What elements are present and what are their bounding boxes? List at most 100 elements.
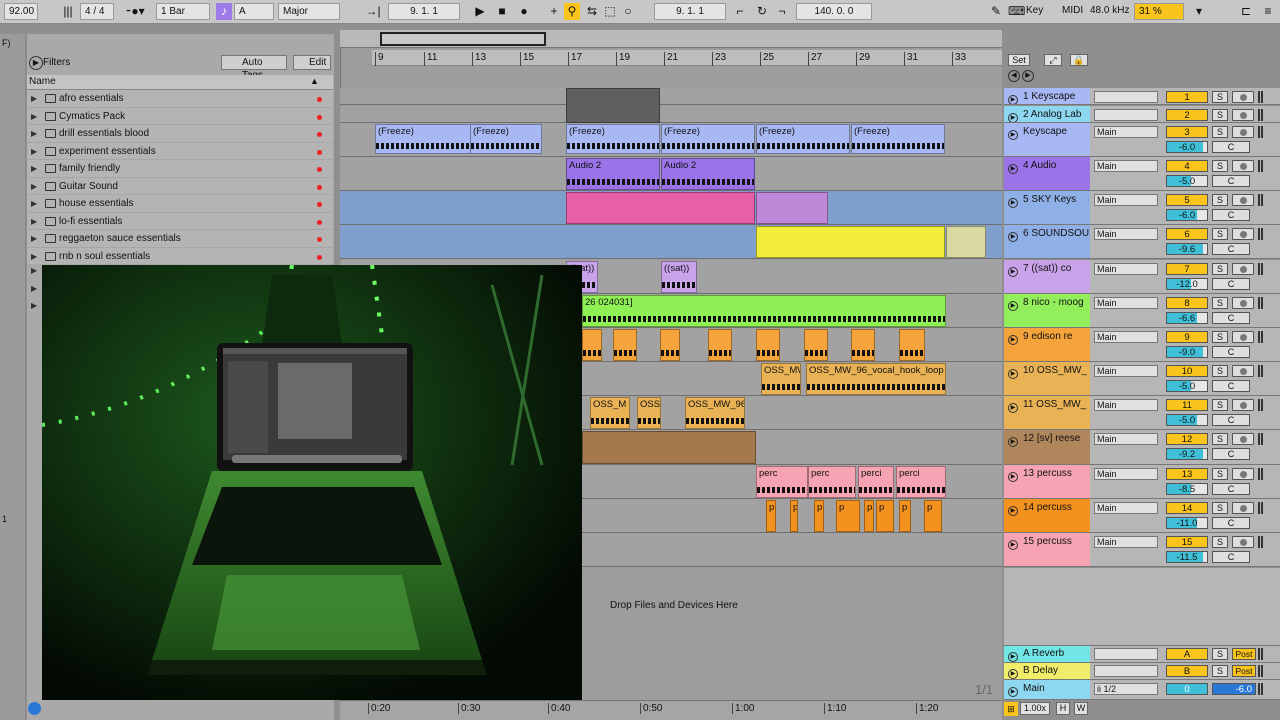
output-routing[interactable]: Main: [1094, 468, 1158, 480]
track-activator[interactable]: 14: [1166, 502, 1208, 514]
fold-icon[interactable]: ▶: [1008, 95, 1018, 104]
set-button[interactable]: Set: [1008, 54, 1030, 66]
expand-arrow-icon[interactable]: ▶: [31, 248, 37, 265]
automation-arm-icon[interactable]: ⚲: [564, 3, 580, 20]
arm-button[interactable]: [1232, 91, 1254, 103]
clip[interactable]: (Freeze): [756, 124, 850, 154]
output-routing[interactable]: Main: [1094, 399, 1158, 411]
track-header[interactable]: ▶ 4 Audio Main 4 S -5.0 C: [1004, 157, 1280, 191]
track-activator[interactable]: 1: [1166, 91, 1208, 103]
clip[interactable]: p: [814, 500, 824, 532]
post-button[interactable]: Post: [1232, 665, 1256, 677]
track-name[interactable]: ▶ 11 OSS_MW_: [1004, 396, 1090, 429]
clip[interactable]: 26 024031]: [582, 295, 946, 327]
pan-field[interactable]: C: [1212, 346, 1250, 358]
return-name[interactable]: ▶ A Reverb: [1004, 646, 1090, 662]
return-activator[interactable]: A: [1166, 648, 1208, 660]
clip[interactable]: p: [876, 500, 894, 532]
volume-field[interactable]: -6.0: [1166, 141, 1208, 153]
clip[interactable]: [582, 329, 602, 361]
clip[interactable]: p: [924, 500, 942, 532]
punch-out-icon[interactable]: ¬: [774, 3, 790, 20]
pan-field[interactable]: C: [1212, 141, 1250, 153]
post-button[interactable]: Post: [1232, 648, 1256, 660]
arm-button[interactable]: [1232, 365, 1254, 377]
clip[interactable]: (Freeze): [851, 124, 945, 154]
loop-start[interactable]: 9. 1. 1: [654, 3, 726, 20]
clip[interactable]: OSS: [637, 397, 661, 429]
solo-button[interactable]: S: [1212, 665, 1228, 677]
arm-button[interactable]: [1232, 228, 1254, 240]
play-icon[interactable]: ▶: [472, 3, 488, 20]
clip[interactable]: [756, 226, 945, 258]
clip[interactable]: [566, 192, 755, 224]
solo-button[interactable]: S: [1212, 399, 1228, 411]
time-signature[interactable]: 4 / 4: [80, 3, 114, 20]
solo-button[interactable]: S: [1212, 263, 1228, 275]
session-record-icon[interactable]: ○: [620, 3, 636, 20]
time-ruler[interactable]: 0:20 0:30 0:40 0:50 1:00 1:10 1:20: [340, 700, 1002, 720]
edit-button[interactable]: Edit: [293, 55, 331, 70]
output-routing[interactable]: Main: [1094, 160, 1158, 172]
master-track[interactable]: ▶ Main ii 1/2 0 -6.0: [1004, 680, 1280, 700]
fold-icon[interactable]: ▶: [1008, 267, 1018, 277]
track-name[interactable]: ▶ 10 OSS_MW_: [1004, 362, 1090, 395]
track-name[interactable]: ▶ Keyscape: [1004, 123, 1090, 156]
empty-track-area[interactable]: [1004, 568, 1280, 646]
expand-arrow-icon[interactable]: ▶: [31, 266, 37, 275]
h-button[interactable]: H: [1056, 702, 1070, 715]
key-map-label[interactable]: Key: [1022, 3, 1050, 20]
pan-field[interactable]: C: [1212, 551, 1250, 563]
fold-icon[interactable]: ▶: [1008, 113, 1018, 122]
zoom-icon[interactable]: ⊞: [1004, 702, 1018, 716]
track-activator[interactable]: 10: [1166, 365, 1208, 377]
clip[interactable]: OSS_MW_96_vocal_hook_loop: [806, 363, 946, 395]
pan-field[interactable]: C: [1212, 278, 1250, 290]
volume-field[interactable]: -9.2: [1166, 448, 1208, 460]
prev-locator-icon[interactable]: ◀: [1008, 70, 1020, 82]
folder-item[interactable]: ▶ afro essentials: [27, 90, 333, 108]
fold-icon[interactable]: ▶: [1008, 403, 1018, 413]
arm-button[interactable]: [1232, 160, 1254, 172]
return-routing[interactable]: [1094, 648, 1158, 660]
folder-item[interactable]: ▶ drill essentials blood: [27, 125, 333, 143]
solo-button[interactable]: S: [1212, 91, 1228, 103]
fold-icon[interactable]: ▶: [1008, 301, 1018, 311]
loop-icon[interactable]: ↻: [754, 3, 770, 20]
solo-button[interactable]: S: [1212, 194, 1228, 206]
track-header[interactable]: ▶ 8 nico - moog Main 8 S -6.6 C: [1004, 294, 1280, 328]
back-to-arrangement-icon[interactable]: ⇆: [584, 3, 600, 20]
master-name[interactable]: ▶ Main: [1004, 680, 1090, 699]
expand-arrow-icon[interactable]: ▶: [31, 90, 37, 107]
midi-map-label[interactable]: MIDI: [1058, 3, 1086, 20]
track-activator[interactable]: 3: [1166, 126, 1208, 138]
pan-field[interactable]: C: [1212, 517, 1250, 529]
return-track[interactable]: ▶ A Reverb A S Post: [1004, 646, 1280, 663]
fold-icon[interactable]: ▶: [1008, 130, 1018, 140]
track-name[interactable]: ▶ 5 SKY Keys: [1004, 191, 1090, 224]
arm-button[interactable]: [1232, 331, 1254, 343]
clip[interactable]: OSS_M: [590, 397, 630, 429]
solo-button[interactable]: S: [1212, 160, 1228, 172]
track-header[interactable]: ▶ 5 SKY Keys Main 5 S -6.0 C: [1004, 191, 1280, 225]
clip[interactable]: [613, 329, 637, 361]
expand-arrow-icon[interactable]: ▶: [31, 301, 37, 310]
expand-arrow-icon[interactable]: ▶: [31, 230, 37, 247]
expand-icon[interactable]: ⤢: [1044, 54, 1062, 66]
output-routing[interactable]: Main: [1094, 502, 1158, 514]
filters-label[interactable]: Filters: [43, 57, 70, 68]
pan-field[interactable]: C: [1212, 312, 1250, 324]
draw-mode-icon[interactable]: ✎: [988, 3, 1004, 20]
arm-button[interactable]: [1232, 194, 1254, 206]
fold-icon[interactable]: ▶: [1008, 232, 1018, 242]
beat-ruler[interactable]: 9 11 13 15 17 19 21 23 25 27 29 31 33: [372, 50, 1002, 66]
master-routing[interactable]: ii 1/2: [1094, 683, 1158, 695]
clip[interactable]: (Freeze): [566, 124, 660, 154]
arm-button[interactable]: [1232, 502, 1254, 514]
pan-field[interactable]: C: [1212, 243, 1250, 255]
pan-field[interactable]: C: [1212, 209, 1250, 221]
track-name[interactable]: ▶ 15 percuss: [1004, 533, 1090, 566]
solo-button[interactable]: S: [1212, 331, 1228, 343]
output-routing[interactable]: Main: [1094, 331, 1158, 343]
clip[interactable]: [582, 431, 756, 464]
